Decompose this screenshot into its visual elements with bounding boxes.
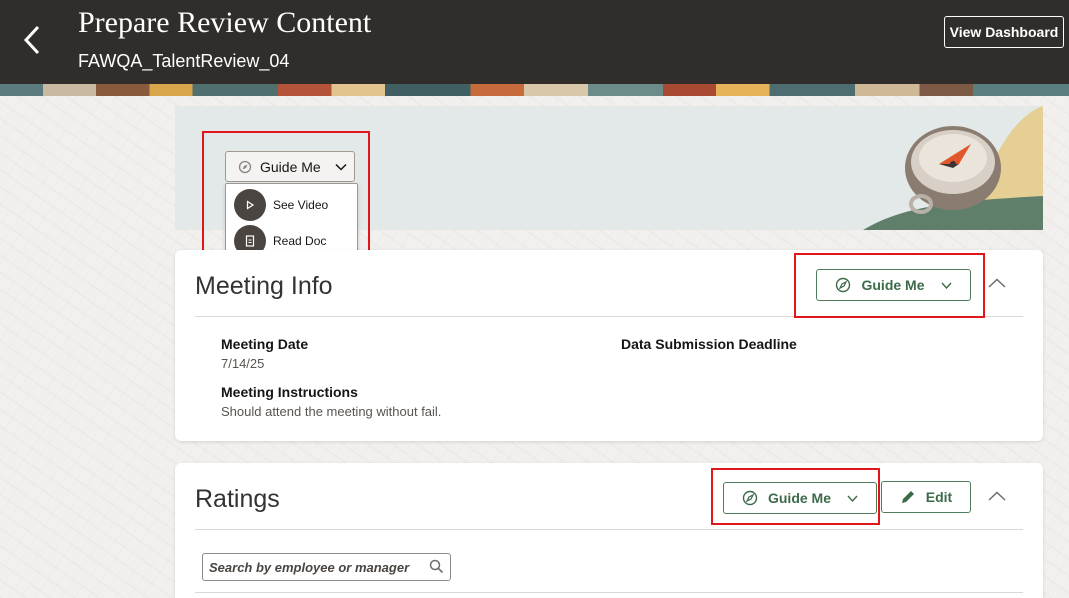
menu-item-label: Read Doc bbox=[273, 234, 327, 248]
divider bbox=[195, 529, 1023, 530]
guide-me-label: Guide Me bbox=[767, 490, 831, 506]
compass-icon bbox=[742, 490, 758, 506]
compass-icon bbox=[238, 160, 252, 173]
meeting-date-value: 7/14/25 bbox=[221, 356, 265, 371]
divider bbox=[195, 316, 1023, 317]
chevron-down-icon bbox=[940, 282, 952, 289]
instructions-label: Meeting Instructions bbox=[221, 384, 358, 400]
edit-ratings-button[interactable]: Edit bbox=[881, 481, 971, 513]
instructions-value: Should attend the meeting without fail. bbox=[221, 404, 442, 419]
ratings-title: Ratings bbox=[195, 485, 280, 513]
menu-item-label: See Video bbox=[273, 198, 329, 212]
collapse-meeting-info-button[interactable] bbox=[982, 268, 1012, 298]
pencil-icon bbox=[901, 491, 914, 503]
hero-guide-me-button[interactable]: Guide Me bbox=[225, 151, 355, 182]
chevron-down-icon bbox=[847, 495, 858, 502]
ratings-search-box bbox=[202, 553, 451, 581]
edit-label: Edit bbox=[925, 489, 953, 505]
chevron-up-icon bbox=[988, 491, 1006, 501]
deadline-label: Data Submission Deadline bbox=[621, 336, 797, 352]
back-button[interactable] bbox=[14, 20, 50, 60]
header-banner-art bbox=[0, 84, 1069, 96]
page-title: Prepare Review Content bbox=[78, 6, 372, 39]
menu-item-see-video[interactable]: See Video bbox=[234, 188, 352, 222]
chevron-up-icon bbox=[988, 278, 1006, 288]
compass-illustration bbox=[863, 106, 1043, 230]
page-subtitle: FAWQA_TalentReview_04 bbox=[78, 51, 290, 71]
chevron-left-icon bbox=[23, 25, 40, 55]
meeting-date-label: Meeting Date bbox=[221, 336, 309, 352]
compass-icon bbox=[836, 277, 851, 293]
collapse-ratings-button[interactable] bbox=[982, 481, 1012, 511]
employee-search-input[interactable] bbox=[209, 559, 419, 575]
divider bbox=[195, 592, 1023, 593]
chevron-down-icon bbox=[335, 163, 347, 171]
meeting-info-guide-me-button[interactable]: Guide Me bbox=[816, 269, 971, 301]
hero-guide-me-label: Guide Me bbox=[260, 158, 321, 175]
guide-me-label: Guide Me bbox=[861, 277, 925, 293]
page-header: Prepare Review Content FAWQA_TalentRevie… bbox=[0, 0, 1069, 84]
play-icon bbox=[234, 189, 266, 221]
view-dashboard-button[interactable]: View Dashboard bbox=[944, 16, 1064, 48]
search-icon[interactable] bbox=[429, 559, 444, 579]
ratings-guide-me-button[interactable]: Guide Me bbox=[723, 482, 877, 514]
meeting-info-title: Meeting Info bbox=[195, 272, 333, 300]
